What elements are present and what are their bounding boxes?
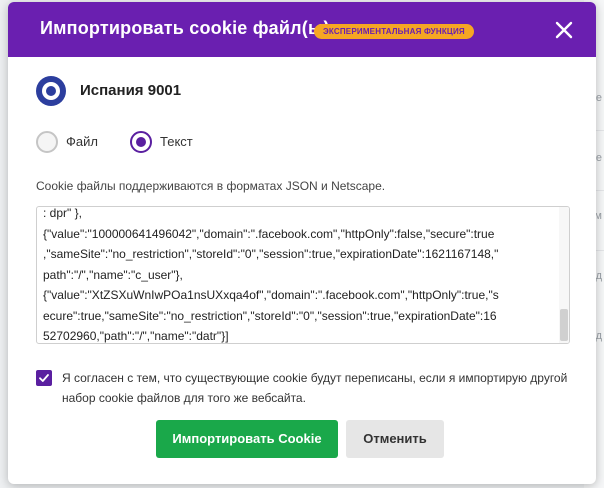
cookie-textarea[interactable]: : dpr" }, {"value":"100000641496042","do… bbox=[36, 206, 570, 344]
cookie-textarea-content: : dpr" }, {"value":"100000641496042","do… bbox=[43, 206, 499, 343]
close-icon bbox=[555, 21, 573, 39]
background-text: д bbox=[595, 330, 602, 342]
agree-label: Я согласен с тем, что существующие cooki… bbox=[62, 371, 568, 405]
background-text: д bbox=[595, 270, 602, 282]
cancel-button[interactable]: Отменить bbox=[346, 420, 444, 458]
textarea-scrollbar[interactable] bbox=[559, 207, 569, 343]
profile-name: Испания 9001 bbox=[80, 82, 182, 99]
agree-checkbox[interactable] bbox=[36, 370, 52, 386]
formats-note: Cookie файлы поддерживаются в форматах J… bbox=[36, 179, 386, 193]
dialog-header: Импортировать cookie файл(ы) ЭКСПЕРИМЕНТ… bbox=[8, 2, 596, 57]
profile-icon bbox=[36, 76, 66, 106]
close-button[interactable] bbox=[552, 18, 576, 42]
radio-text-label: Текст bbox=[160, 134, 193, 149]
experimental-badge: ЭКСПЕРИМЕНТАЛЬНАЯ ФУНКЦИЯ bbox=[314, 24, 474, 39]
check-icon bbox=[39, 374, 49, 382]
scrollbar-thumb[interactable] bbox=[560, 309, 568, 341]
import-cookie-button[interactable]: Импортировать Cookie bbox=[156, 420, 338, 458]
import-cookie-dialog: Импортировать cookie файл(ы) ЭКСПЕРИМЕНТ… bbox=[8, 2, 596, 484]
radio-text[interactable] bbox=[130, 131, 152, 153]
radio-file-label: Файл bbox=[66, 134, 98, 149]
radio-file[interactable] bbox=[36, 131, 58, 153]
dialog-title: Импортировать cookie файл(ы) bbox=[40, 18, 330, 38]
